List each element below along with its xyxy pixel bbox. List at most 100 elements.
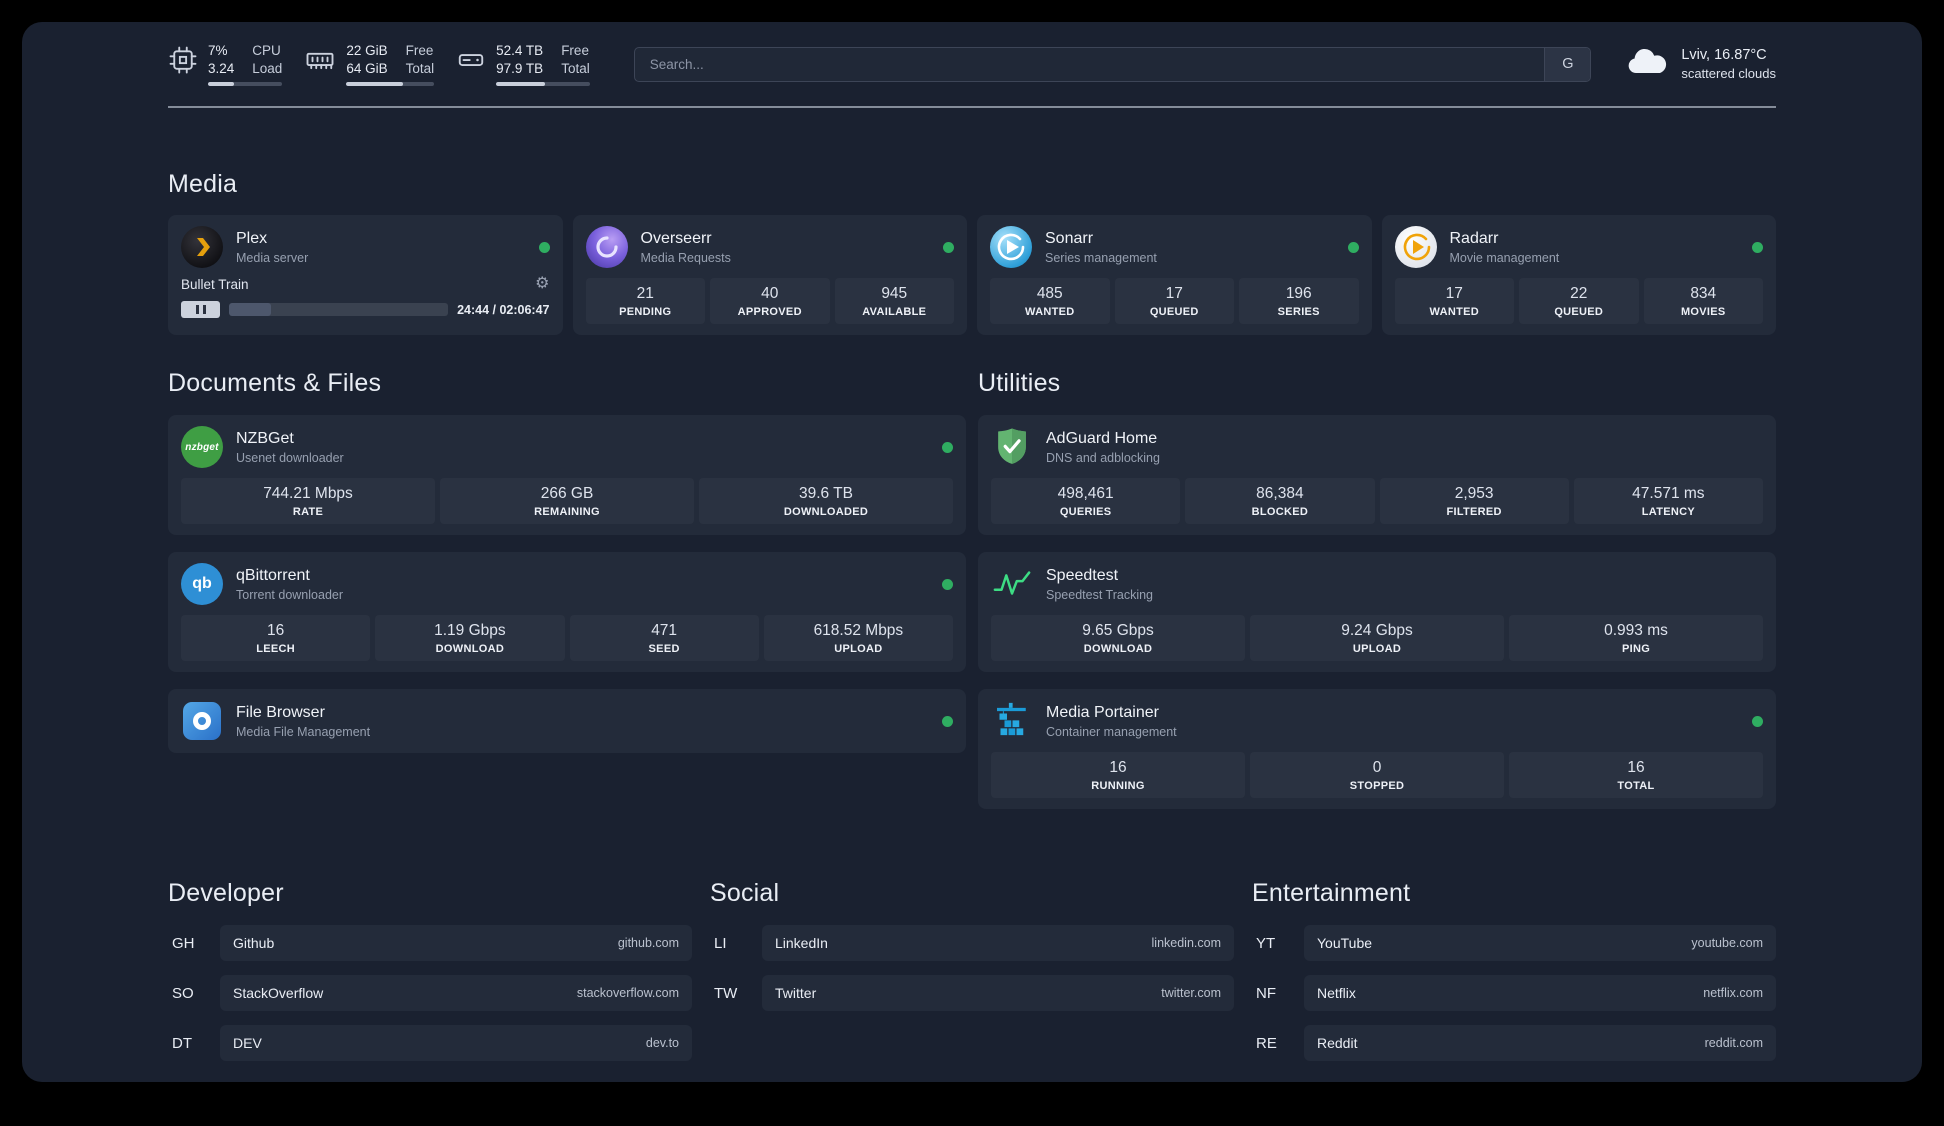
weather-widget[interactable]: Lviv, 16.87°C scattered clouds [1625,46,1776,82]
stat-value: 945 [881,285,908,302]
service-header-overseerr[interactable]: Overseerr Media Requests [585,226,954,268]
stat-label: QUEUED [1149,306,1199,318]
bookmark-abbr: GH [172,934,195,952]
service-header-filebrowser[interactable]: File Browser Media File Management [181,700,953,742]
stat-value: 834 [1690,285,1717,302]
status-dot [942,715,953,727]
bookmark-twitter[interactable]: TW Twitter twitter.com [710,975,1234,1011]
search-input[interactable] [634,47,1545,81]
memory-total: 64 GiB [346,61,388,76]
stat-value: 22 [1570,285,1588,302]
memory-label-top: Free [405,43,434,58]
stat-label: QUEUED [1554,306,1604,318]
bookmark-group-developer: Developer GH Github github.com SO StackO… [168,879,692,1075]
documents-column: Documents & Files nzbget NZBGet Usenet d… [168,369,966,809]
stat-label: QUERIES [1059,506,1112,518]
bookmark-stackoverflow[interactable]: SO StackOverflow stackoverflow.com [168,975,692,1011]
utilities-column: Utilities AdGuard Home DNS and adblockin… [978,369,1776,809]
stat-label: TOTAL [1617,780,1655,792]
bookmark-name: Reddit [1317,1035,1358,1051]
service-header-adguard[interactable]: AdGuard Home DNS and adblocking [991,426,1763,468]
bookmark-domain: github.com [617,936,679,950]
bookmark-linkedin[interactable]: LI LinkedIn linkedin.com [710,925,1234,961]
search-bar: G [633,46,1592,82]
service-header-nzbget[interactable]: nzbget NZBGet Usenet downloader [181,426,953,468]
service-name: AdGuard Home [1046,430,1158,447]
service-header-plex[interactable]: Plex Media server [181,226,550,268]
service-name: Speedtest [1046,567,1119,584]
bookmark-dev[interactable]: DT DEV dev.to [168,1025,692,1061]
service-desc: Torrent downloader [236,588,344,602]
bookmark-netflix[interactable]: NF Netflix netflix.com [1252,975,1776,1011]
memory-label-bottom: Total [405,61,435,76]
section-title-utilities: Utilities [978,369,1061,397]
stat-label: WANTED [1025,306,1075,318]
bookmark-name: DEV [233,1035,262,1051]
stat-label: DOWNLOAD [435,643,505,655]
stat-value: 17 [1445,285,1463,302]
stat-value: 9.65 Gbps [1082,622,1154,639]
service-stats: 16 LEECH 1.19 Gbps DOWNLOAD 471 SEED 618… [181,615,953,661]
stat-tile: 17 WANTED [1394,278,1514,324]
stat-value: 16 [1109,759,1127,776]
stat-label: SEED [648,643,680,655]
stat-tile: 485 WANTED [990,278,1110,324]
stat-tile: 2,953 FILTERED [1379,478,1569,524]
service-header-radarr[interactable]: Radarr Movie management [1394,226,1763,268]
bookmark-abbr: TW [714,984,738,1002]
bookmark-youtube[interactable]: YT YouTube youtube.com [1252,925,1776,961]
status-dot [942,578,953,590]
media-grid: Plex Media server Bullet Train ⚙ 24:44 /… [168,215,1776,335]
service-header-qbittorrent[interactable]: qb qBittorrent Torrent downloader [181,563,953,605]
bookmark-domain: stackoverflow.com [576,986,679,1000]
service-stats: 17 WANTED 22 QUEUED 834 MOVIES [1394,278,1763,324]
cpu-widget: 7% CPU 3.24 Load [168,42,283,86]
service-stats: 9.65 Gbps DOWNLOAD 9.24 Gbps UPLOAD 0.99… [991,615,1763,661]
nzbget-icon: nzbget [181,426,223,468]
disk-label-top: Free [561,43,589,58]
stat-value: 39.6 TB [798,485,853,502]
stat-tile: 47.571 ms LATENCY [1573,478,1763,524]
stat-label: FILTERED [1446,506,1502,518]
bookmark-github[interactable]: GH Github github.com [168,925,692,961]
service-name: Media Portainer [1046,704,1159,721]
service-desc: Container management [1046,725,1177,739]
pause-button[interactable] [181,301,220,318]
stat-tile: 744.21 Mbps RATE [181,478,435,524]
stat-label: MOVIES [1680,306,1726,318]
stat-tile: 86,384 BLOCKED [1185,478,1375,524]
stat-label: DOWNLOADED [783,506,869,518]
weather-location: Lviv, 16.87°C [1681,47,1767,63]
bookmark-domain: linkedin.com [1151,936,1221,950]
bookmark-domain: twitter.com [1161,986,1221,1000]
bookmark-name: LinkedIn [775,935,828,951]
service-header-portainer[interactable]: Media Portainer Container management [991,700,1763,742]
service-header-speedtest[interactable]: Speedtest Speedtest Tracking [991,563,1763,605]
stat-tile: 16 RUNNING [991,752,1245,798]
stat-label: RUNNING [1091,780,1145,792]
memory-icon [304,42,336,75]
stat-label: PENDING [619,306,672,318]
gear-icon[interactable]: ⚙ [535,276,549,292]
stat-label: PING [1621,643,1651,655]
section-title-entertainment: Entertainment [1252,879,1411,907]
stat-tile: 40 APPROVED [710,278,830,324]
memory-widget: 22 GiB Free 64 GiB Total [304,42,435,86]
bookmark-name: YouTube [1317,935,1373,951]
player-progressbar[interactable] [229,303,449,316]
section-title-developer: Developer [168,879,284,907]
stat-label: BLOCKED [1251,506,1309,518]
section-title-documents: Documents & Files [168,369,382,397]
service-stats: 485 WANTED 17 QUEUED 196 SERIES [990,278,1359,324]
service-header-sonarr[interactable]: Sonarr Series management [990,226,1359,268]
sonarr-icon [990,226,1032,268]
cloud-icon [1625,47,1669,82]
bookmark-reddit[interactable]: RE Reddit reddit.com [1252,1025,1776,1061]
stat-tile: 0 STOPPED [1250,752,1504,798]
bookmark-name: Github [233,935,275,951]
stat-value: 9.24 Gbps [1341,622,1413,639]
memory-progressbar [346,82,435,86]
search-provider-button[interactable]: G [1544,47,1591,81]
disk-free: 52.4 TB [496,43,544,58]
service-card-plex: Plex Media server Bullet Train ⚙ 24:44 /… [168,215,563,335]
